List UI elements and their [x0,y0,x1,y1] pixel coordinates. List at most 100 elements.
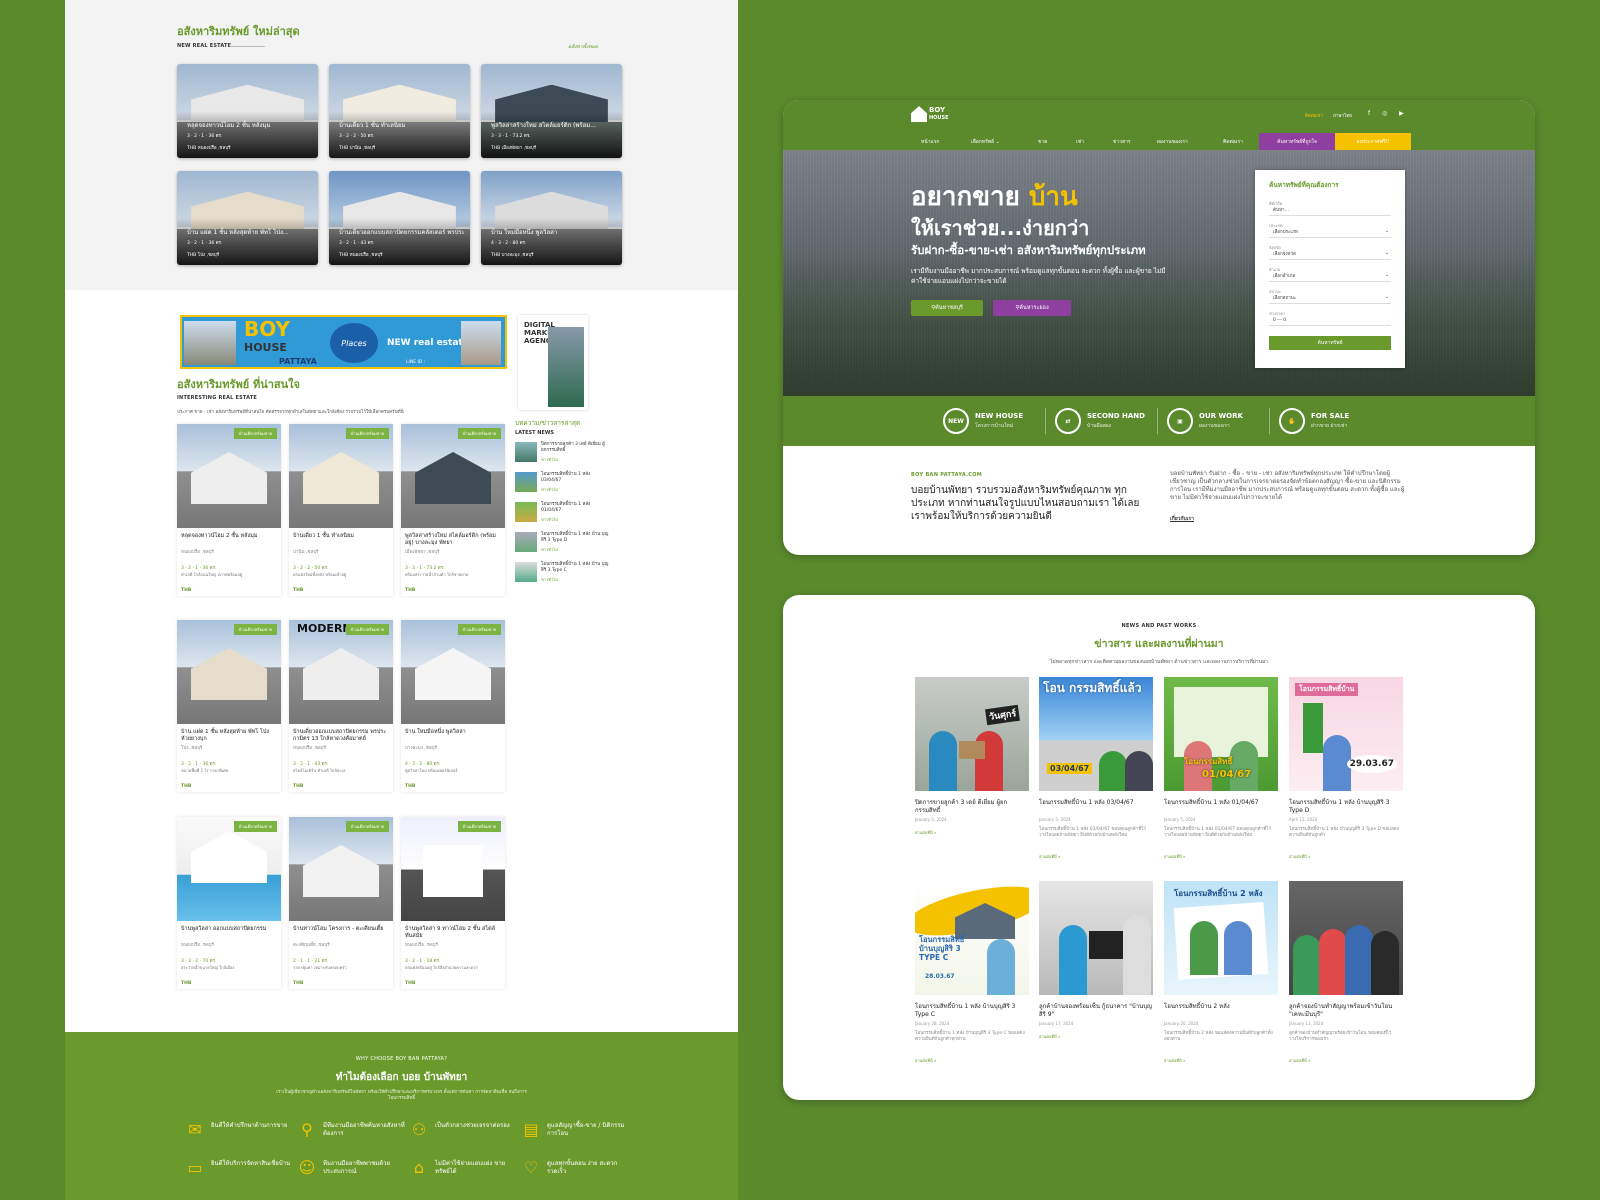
contact-link[interactable]: ติดต่อเรา [1305,112,1323,119]
people-icon: ⚇ [411,1120,427,1139]
person-figure [987,939,1015,995]
news-title: ข่าวสาร และผลงานที่ผ่านมา [1094,638,1224,650]
language-switch[interactable]: ภาษาไทย [1333,112,1352,119]
news-card-title: โอนกรรมสิทธิ์บ้าน 1 หลัง บ้านบุญสิริ 3 T… [1289,799,1390,814]
nav-news[interactable]: ข่าวสาร [1113,138,1131,146]
property-meta: 3 · 3 · 2 · 70 ตร. [181,959,217,964]
property-card[interactable]: บ้านเดี่ยวพร้อมขาย บ้านเดี่ยว 1 ชั้น ทำเล… [289,424,393,596]
about-more-link[interactable]: เกี่ยวกับเรา [1170,515,1194,523]
person-figure [1319,929,1347,995]
property-location: ตะเคียนเตี้ย ,ชลบุรี [293,943,330,948]
why-title: ทำไมต้องเลือก บอย บ้านพัทยา [335,1072,468,1083]
property-tag: บ้านเดี่ยวพร้อมขาย [345,428,389,439]
news-card[interactable]: โอนกรรมสิทธิ์บ้าน 2 หลัง โอนกรรมสิทธิ์บ้… [1164,881,1278,1071]
why-choose-section: WHY CHOOSE BOY BAN PATTAYA? ทำไมต้องเลือ… [65,1032,738,1200]
read-more-link[interactable]: อ่านต่อที่นี่ » [915,1057,936,1064]
nav-home[interactable]: หน้าแรก [921,138,939,146]
banner-photo [461,321,501,365]
why-feature-text: ยินดีให้บริการจัดหาสินเชื่อบ้าน [211,1160,291,1167]
chevron-down-icon: ⌄ [1384,250,1389,256]
nav-rent[interactable]: เช่า [1076,138,1084,146]
property-desc: สไตล์โมเดิร์น ทำเลดี ใกล้ทะเล [293,768,346,773]
door-prop [1303,703,1323,753]
search-rayong-button[interactable]: ⚲ ค้นหาระยอง [993,300,1071,316]
social-icons[interactable]: f ◎ ▶ [1368,110,1409,117]
field-value: 0 ― 0 [1269,316,1391,326]
feature-our-work[interactable]: ▣ OUR WORK ผลงานของเรา [1167,408,1277,434]
news-card-title: โอนกรรมสิทธิ์บ้าน 1 หลัง 03/04/67 [1039,799,1134,806]
agency-ad[interactable]: DIGITAL MARKETING AGENCY [518,315,588,410]
new-listing-card[interactable]: บ้านเดี่ยว 1 ชั้น ทำเลนิยม 3 · 2 · 2 · 50… [329,64,470,158]
nav-post-button[interactable]: ลงประกาศฟรี!! [1335,133,1411,150]
news-sidebar-item[interactable]: โอนกรรมสิทธิ์บ้าน 1 หลัง 03/04/67 ข่าวทั่… [515,472,611,496]
type-select[interactable]: ประเภท เลือกประเภท ⌄ [1269,222,1391,240]
read-more-link[interactable]: อ่านต่อที่นี่ » [1164,853,1185,860]
nav-contact[interactable]: ติดต่อเรา [1223,138,1243,146]
site-header: BOY HOUSE ติดต่อเรา ภาษาไทย f ◎ ▶ หน้าแรก… [783,100,1535,150]
news-card[interactable]: โอน กรรมสิทธิ์แล้ว 03/04/67 โอนกรรมสิทธิ… [1039,677,1153,867]
read-more-link[interactable]: อ่านต่อที่นี่ » [1289,1057,1310,1064]
property-card[interactable]: บ้านเดี่ยวพร้อมขาย บ้านพูลวิลล่า ออกแบบสถ… [177,817,281,989]
news-sidebar-item[interactable]: ปิดการขายลูกค้า 3 เดย์ ดีเยี่ยม ผู้ยกกรร… [515,442,611,466]
property-card[interactable]: บ้านเดี่ยวพร้อมขาย บ้านทาวน์โฮม โครงการ -… [289,817,393,989]
news-card[interactable]: ลูกค้าบ้านจองพร้อมเซ็น กู้ธนาคาร "บ้านบุ… [1039,881,1153,1071]
news-sidebar-item[interactable]: โอนกรรมสิทธิ์บ้าน 1 หลัง 01/04/67 ข่าวทั่… [515,502,611,526]
property-card[interactable]: บ้านเดี่ยวพร้อมขาย พูลวิลล่าสร้างใหม่ สไต… [401,424,505,596]
nav-property[interactable]: เลือกทรัพย์ ⌄ [971,138,1000,146]
promo-banner[interactable]: BOY HOUSE PATTAYA Places NEW real estate… [180,315,507,369]
search-chonburi-button[interactable]: ⚲ ค้นหาชลบุรี [911,300,983,316]
news-card[interactable]: วันศุกร์ ปิดการขายลูกค้า 3 เดย์ ดีเยี่ยม… [915,677,1029,867]
new-listing-card[interactable]: พูลวิลล่าสร้างใหม่ สไตล์มอร์ดิก (พร้อม..… [481,64,622,158]
province-select[interactable]: จังหวัด เลือกจังหวัด ⌄ [1269,244,1391,262]
status-select[interactable]: สถานะ เลือกสถานะ ⌄ [1269,288,1391,306]
feature-for-sale[interactable]: ✋ FOR SALE ฝากขาย ฝากเช่า [1279,408,1389,434]
view-all-link[interactable]: อสังหาทั้งหมด [568,43,598,51]
news-sidebar-item[interactable]: โอนกรรมสิทธิ์บ้าน 1 หลัง บ้าน บุญสิริ 3 … [515,562,611,586]
property-desc: ตกแต่งใหม่ทั้งหลัง พร้อมเข้าอยู่ [293,572,347,577]
read-more-link[interactable]: อ่านต่อที่นี่ » [1039,1033,1060,1040]
search-submit-button[interactable]: ค้นหาทรัพย์ [1269,336,1391,350]
nav-sale[interactable]: ขาย [1038,138,1047,146]
property-title: บ้านพูลวิลล่า ออกแบบสถาปัตยกรรม [181,926,267,932]
search-form: ค้นหาทรัพย์ที่คุณต้องการ คีย์เวิร์ด ค้นหา… [1255,170,1405,368]
site-logo[interactable]: BOY HOUSE [911,106,955,126]
keyword-field[interactable]: คีย์เวิร์ด ค้นหา... [1269,200,1391,218]
news-card[interactable]: ลูกค้าจองบ้านทำสัญญาพร้อมเข้าวันโอน "เคห… [1289,881,1403,1071]
search-form-title: ค้นหาทรัพย์ที่คุณต้องการ [1269,181,1339,189]
feature-second-hand[interactable]: ⇄ SECOND HAND บ้านมือสอง [1055,408,1165,434]
read-more-link[interactable]: อ่านต่อที่นี่ » [1164,1057,1185,1064]
new-listing-card[interactable]: บ้าน แฝด 1 ชั้น หลังสุดท้าย พัทโ โป่ง...… [177,171,318,265]
property-card[interactable]: บ้านเดี่ยวพร้อมขาย บ้าน แฝด 1 ชั้น หลังสุ… [177,620,281,792]
property-card[interactable]: บ้านเดี่ยวพร้อมขาย หลุดจองทาวน์โฮม 2 ชั้น… [177,424,281,596]
news-card[interactable]: โอนกรรมสิทธิ์ บ้านบุญสิริ 3 TYPE C 28.03… [915,881,1029,1071]
property-image [177,817,281,921]
property-card[interactable]: บ้านเดี่ยวพร้อมขาย บ้านพูลวิลล่า 9 ทาวน์โ… [401,817,505,989]
nav-works[interactable]: ผลงานของเรา [1157,138,1188,146]
card-icon: ▭ [187,1158,203,1177]
feature-new-house[interactable]: NEW NEW HOUSE โครงการบ้านใหม่ [943,408,1053,434]
latest-news-sidebar: บทความ/ข่าวสารล่าสุด LATEST NEWS ปิดการข… [513,418,611,598]
nav-search-button[interactable]: ค้นหาทรัพย์ที่ถูกใจ [1259,133,1335,150]
district-select[interactable]: อำเภอ เลือกอำเภอ ⌄ [1269,266,1391,284]
news-card[interactable]: โอนกรรมสิทธิ์ 01/04/67 โอนกรรมสิทธิ์บ้าน… [1164,677,1278,867]
interesting-subtitle: INTERESTING REAL ESTATE [177,395,258,401]
card-location: THB หนองปรือ ,ชลบุรี [187,146,231,151]
read-more-link[interactable]: อ่านต่อที่นี่ » [915,829,936,836]
news-sidebar-item[interactable]: โอนกรรมสิทธิ์บ้าน 1 หลัง บ้าน บุญสิริ 3 … [515,532,611,556]
new-listing-card[interactable]: หลุดจองทาวน์โฮม 2 ชั้น หลังมุม 3 · 2 · 1 … [177,64,318,158]
news-image [1039,881,1153,995]
news-card-date: January 5, 2024 [1164,817,1196,822]
read-more-link[interactable]: อ่านต่อที่นี่ » [1289,853,1310,860]
read-more-link[interactable]: อ่านต่อที่นี่ » [1039,853,1060,860]
new-listing-card[interactable]: บ้านเดี่ยวออกแบบสถาปัตยกรรมคลัสเตอร์ พรป… [329,171,470,265]
new-listing-card[interactable]: บ้าน ใหม่มือหนึ่ง พูลวิลล่า 4 · 3 · 2 · 8… [481,171,622,265]
news-thumb [515,442,537,462]
news-card[interactable]: โอนกรรมสิทธิ์บ้าน 29.03.67 โอนกรรมสิทธิ์… [1289,677,1403,867]
property-card[interactable]: บ้านเดี่ยวพร้อมขาย บ้าน ใหม่มือหนึ่ง พูลว… [401,620,505,792]
price-range-field[interactable]: ช่วงราคา 0 ― 0 [1269,310,1391,328]
news-image: โอนกรรมสิทธิ์ บ้านบุญสิริ 3 TYPE C 28.03… [915,881,1029,995]
property-card[interactable]: MODERN บ้านเดี่ยวพร้อมขาย บ้านเดี่ยวออกแบบ… [289,620,393,792]
why-feature: ⚇ เป็นตัวกลางช่วยเจรจาต่อรอง [409,1118,519,1144]
banner-logo-house: HOUSE [244,341,287,354]
property-tag: บ้านเดี่ยวพร้อมขาย [233,624,277,635]
